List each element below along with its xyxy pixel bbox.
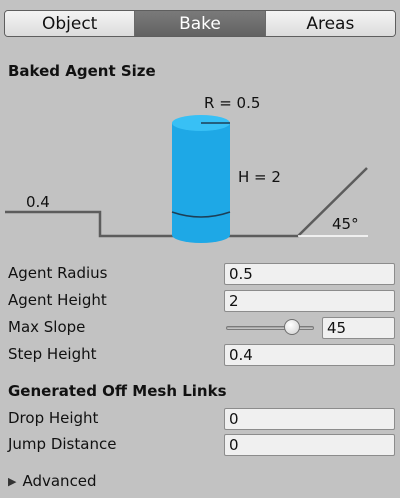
jump-distance-label: Jump Distance xyxy=(8,435,117,453)
agent-cylinder-body xyxy=(172,123,230,235)
max-slope-slider-track[interactable] xyxy=(226,326,314,330)
agent-cylinder-bottom xyxy=(172,227,230,243)
step-height-field[interactable]: 0.4 xyxy=(224,344,395,366)
agent-height-field[interactable]: 2 xyxy=(224,290,395,312)
slope-label: 45° xyxy=(332,215,359,233)
max-slope-slider-thumb[interactable] xyxy=(284,319,300,335)
tab-areas[interactable]: Areas xyxy=(264,11,395,36)
advanced-label: Advanced xyxy=(22,472,97,490)
drop-height-label: Drop Height xyxy=(8,409,99,427)
agent-radius-field[interactable]: 0.5 xyxy=(224,263,395,285)
radius-label: R = 0.5 xyxy=(204,94,260,112)
agent-height-label: Agent Height xyxy=(8,291,107,309)
agent-size-diagram: R = 0.5 H = 2 0.4 45° xyxy=(5,94,368,243)
step-label: 0.4 xyxy=(26,193,50,211)
step-height-label: Step Height xyxy=(8,345,97,363)
tab-bar: Object Bake Areas xyxy=(4,10,396,37)
tab-object[interactable]: Object xyxy=(5,11,135,36)
agent-radius-label: Agent Radius xyxy=(8,264,108,282)
height-label: H = 2 xyxy=(238,168,281,186)
jump-distance-field[interactable]: 0 xyxy=(224,434,395,456)
max-slope-field[interactable]: 45 xyxy=(322,317,395,339)
triangle-right-icon: ▶ xyxy=(8,474,17,488)
advanced-foldout[interactable]: ▶ Advanced xyxy=(8,470,97,492)
tab-bake[interactable]: Bake xyxy=(134,11,265,36)
section-title-baked-agent-size: Baked Agent Size xyxy=(8,62,156,80)
section-title-generated-off-mesh-links: Generated Off Mesh Links xyxy=(8,382,227,400)
max-slope-label: Max Slope xyxy=(8,318,86,336)
drop-height-field[interactable]: 0 xyxy=(224,408,395,430)
